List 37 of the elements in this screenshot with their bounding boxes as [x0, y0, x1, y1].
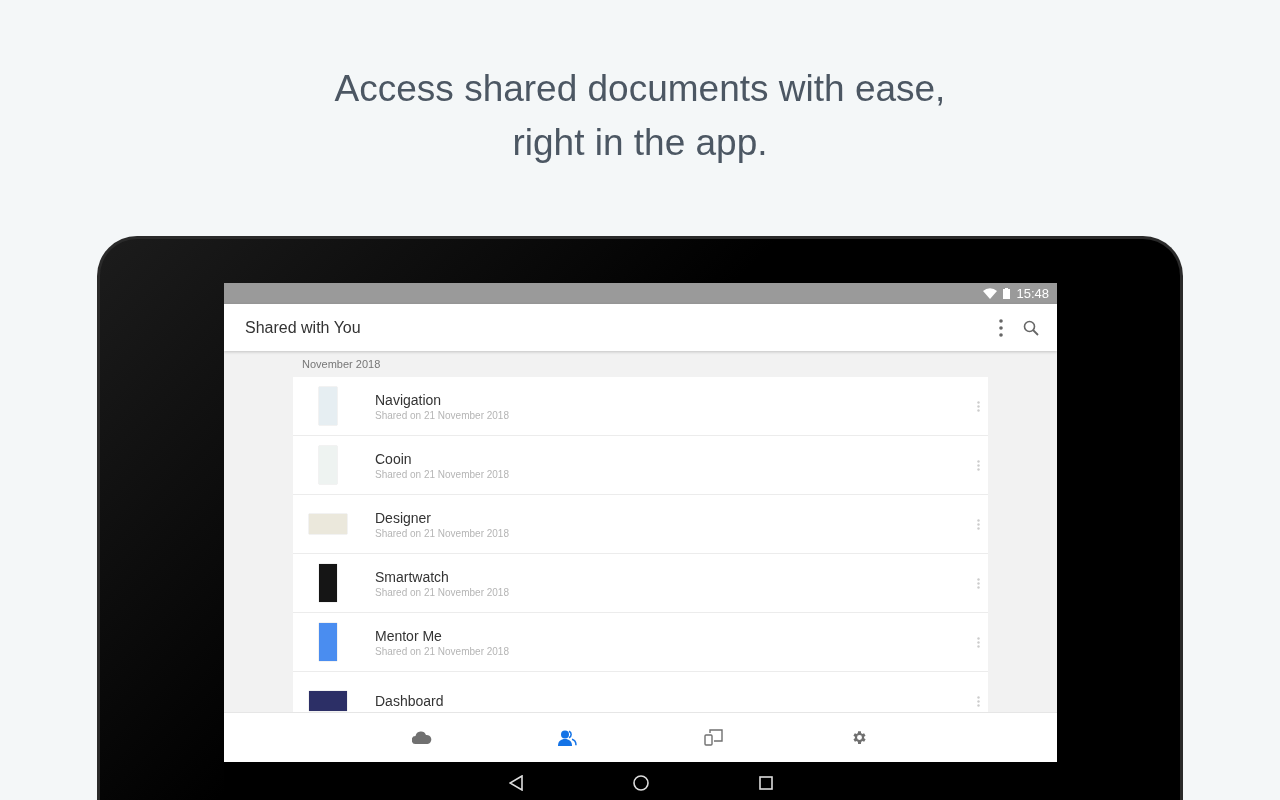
- more-icon[interactable]: [977, 459, 980, 471]
- cloud-icon: [411, 731, 432, 744]
- shared-date: Shared on 21 November 2018: [375, 409, 510, 421]
- headline: Access shared documents with ease, right in the app.: [334, 67, 946, 165]
- more-icon[interactable]: [977, 695, 980, 707]
- devices-icon: [704, 729, 723, 746]
- status-time: 15:48: [1016, 286, 1049, 301]
- more-icon[interactable]: [977, 636, 980, 648]
- wifi-icon: [983, 288, 998, 299]
- document-name: Mentor Me: [375, 627, 443, 644]
- shared-date: Shared on 21 November 2018: [375, 468, 510, 480]
- battery-icon: [1003, 288, 1011, 299]
- document-name: Dashboard: [375, 693, 445, 709]
- document-name: Cooin: [375, 450, 413, 467]
- document-name: Smartwatch: [375, 568, 450, 585]
- document-row[interactable]: Smartwatch Shared on 21 November 2018: [293, 554, 988, 613]
- search-icon: [1023, 319, 1039, 336]
- more-icon[interactable]: [977, 400, 980, 412]
- people-icon: [558, 729, 577, 746]
- more-icon: [999, 318, 1003, 337]
- more-icon[interactable]: [977, 577, 980, 589]
- shared-date: Shared on 21 November 2018: [375, 586, 510, 598]
- shared-date: Shared on 21 November 2018: [375, 645, 510, 657]
- settings-icon: [851, 729, 868, 746]
- document-name: Designer: [375, 509, 433, 526]
- screen-title: Shared with You: [245, 318, 362, 337]
- home-icon[interactable]: [632, 775, 649, 791]
- document-row[interactable]: Designer Shared on 21 November 2018: [293, 495, 988, 554]
- document-name: Navigation: [375, 391, 443, 408]
- recents-icon[interactable]: [758, 776, 773, 790]
- more-icon[interactable]: [977, 518, 980, 530]
- shared-date: Shared on 21 November 2018: [375, 527, 510, 539]
- section-header: November 2018: [301, 357, 382, 372]
- document-row[interactable]: Navigation Shared on 21 November 2018: [293, 377, 988, 436]
- document-row[interactable]: Mentor Me Shared on 21 November 2018: [293, 613, 988, 672]
- back-icon[interactable]: [508, 775, 523, 791]
- document-row[interactable]: Cooin Shared on 21 November 2018: [293, 436, 988, 495]
